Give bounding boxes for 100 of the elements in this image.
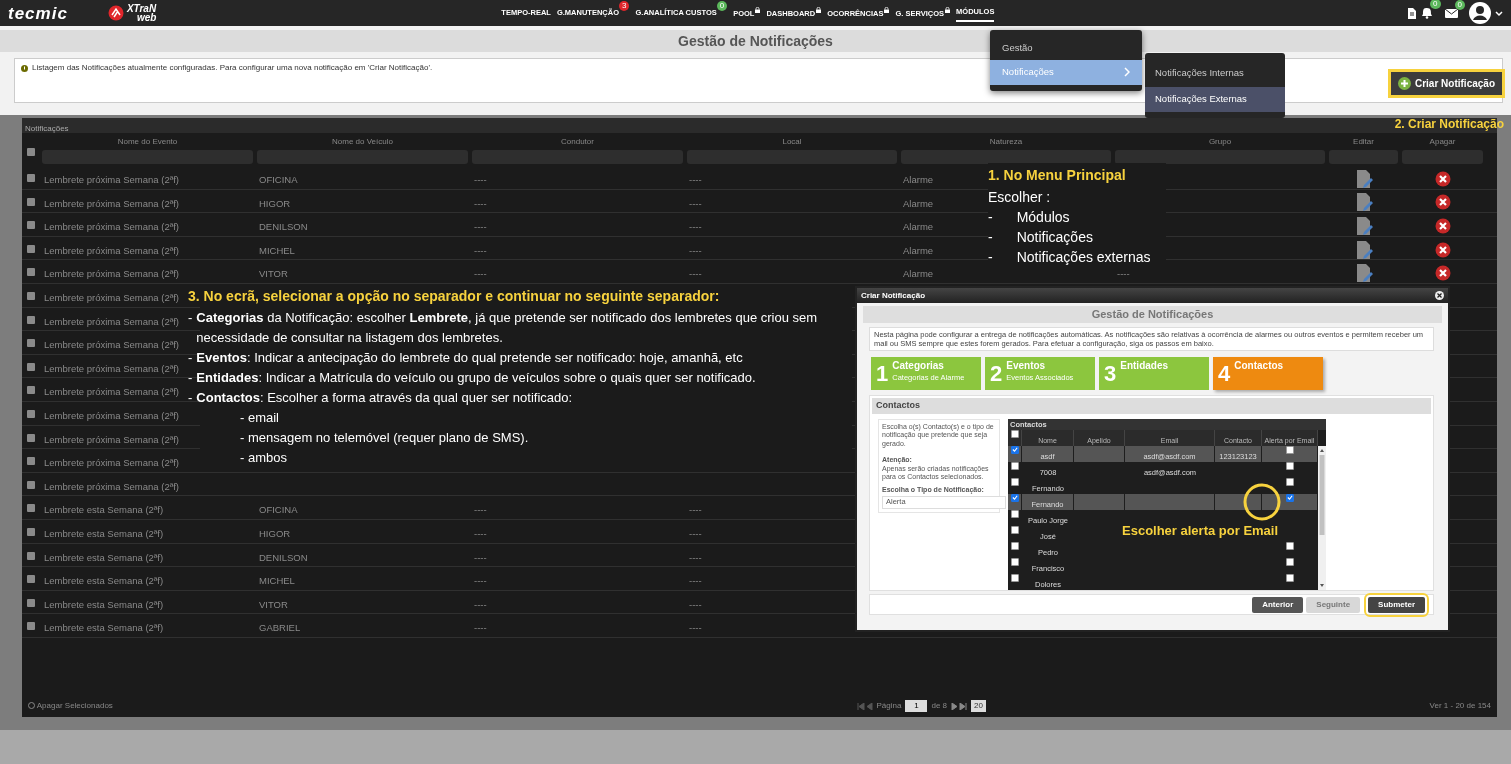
create-button[interactable]: Criar Notificação [1390, 72, 1502, 95]
row-checkbox[interactable] [1010, 445, 1019, 454]
column-header: Apagar [1429, 137, 1456, 146]
row-checkbox[interactable] [1010, 493, 1019, 502]
row-checkbox[interactable] [27, 386, 35, 395]
bullet: - [988, 228, 993, 247]
page-size-select[interactable]: 20 [971, 700, 986, 712]
row-checkbox[interactable] [27, 527, 35, 536]
table-cell: ---- [474, 268, 487, 280]
row-checkbox[interactable] [27, 551, 35, 560]
row-checkbox[interactable] [1011, 525, 1019, 534]
email-alert-checkbox[interactable] [1286, 557, 1294, 566]
bullet: - [188, 309, 193, 327]
table-cell: ---- [689, 504, 702, 516]
mail-icon[interactable] [1444, 7, 1458, 19]
column-header: Condutor [561, 137, 594, 146]
row-checkbox[interactable] [27, 221, 35, 230]
bullet: - [188, 369, 193, 387]
page-field[interactable]: 1 [905, 700, 928, 712]
row-checkbox[interactable] [27, 362, 35, 371]
table-cell: Lembrete esta Semana (2ªf) [44, 551, 164, 563]
row-checkbox[interactable] [27, 174, 35, 182]
row-checkbox[interactable] [1011, 557, 1019, 566]
table-cell: Lembrete próxima Semana (2ªf) [44, 197, 179, 209]
email-alert-checkbox[interactable] [1286, 573, 1294, 582]
edit-icon[interactable] [1354, 263, 1373, 284]
table-cell: OFICINA [259, 174, 298, 185]
brand-logo[interactable]: tecmic [8, 4, 68, 22]
table-cell: ---- [689, 197, 702, 209]
row-checkbox[interactable] [27, 598, 35, 607]
table-cell: ---- [474, 174, 487, 185]
column-header: Editar [1353, 137, 1374, 146]
avatar-icon[interactable] [1469, 2, 1491, 24]
edit-icon[interactable] [1354, 215, 1373, 236]
table-cell: DENILSON [259, 551, 308, 563]
row-checkbox[interactable] [27, 457, 35, 466]
email-alert-checkbox[interactable] [1286, 477, 1294, 486]
edit-icon[interactable] [1354, 192, 1373, 213]
annotation-text: - email [240, 410, 279, 425]
document-icon[interactable] [1407, 7, 1418, 19]
select-all-checkbox[interactable] [27, 148, 35, 156]
page-label: Página [876, 700, 902, 712]
row-checkbox[interactable] [27, 339, 35, 348]
dialog-button[interactable]: Anterior [1252, 596, 1304, 613]
row-checkbox[interactable] [27, 480, 35, 489]
badge: 0 [1430, 0, 1441, 9]
row-checkbox[interactable] [1011, 573, 1019, 582]
last-page-icon[interactable] [951, 702, 967, 710]
bullet: - [188, 349, 193, 367]
table-cell: ---- [474, 575, 487, 587]
table-cell: Lembrete próxima Semana (2ªf) [44, 221, 179, 233]
email-alert-checkbox[interactable] [1286, 541, 1294, 550]
table-cell: ---- [474, 504, 487, 516]
row-checkbox[interactable] [27, 622, 35, 631]
caret-icon[interactable] [1495, 9, 1503, 17]
row-checkbox[interactable] [27, 504, 35, 513]
table-cell: ---- [474, 244, 487, 256]
table-cell: Lembrete próxima Semana (2ªf) [44, 315, 179, 327]
product-logo-text: XTraN [126, 4, 157, 13]
row-checkbox[interactable] [1011, 477, 1019, 486]
menu-item[interactable]: Gestão [990, 36, 1142, 61]
page-total: de 8 [931, 700, 947, 712]
row-checkbox[interactable] [1011, 509, 1019, 518]
bell-icon[interactable] [1421, 7, 1434, 19]
row-checkbox[interactable] [1011, 461, 1019, 470]
email-alert-checkbox[interactable] [1285, 445, 1294, 454]
row-checkbox[interactable] [27, 291, 35, 300]
submenu-item[interactable]: Notificações Internas [1145, 61, 1285, 86]
row-checkbox[interactable] [27, 409, 35, 418]
email-alert-checkbox[interactable] [1285, 493, 1294, 502]
annotation-text: Entidades: Indicar a Matrícula do veículo ou grupo de veículos sobre o quais quer ser notificado. [196, 369, 756, 387]
info-icon [21, 64, 28, 72]
badge: 3 [619, 1, 630, 12]
add-icon [1397, 77, 1411, 90]
row-checkbox[interactable] [27, 575, 35, 584]
close-icon[interactable] [1435, 291, 1444, 300]
email-alert-checkbox[interactable] [1286, 461, 1294, 470]
edit-icon[interactable] [1354, 239, 1373, 260]
table-cell: ---- [474, 197, 487, 209]
row-checkbox[interactable] [1011, 541, 1019, 550]
annotation-title: 2. Criar Notificação [1394, 117, 1504, 131]
row-checkbox[interactable] [27, 315, 35, 324]
table-cell: Lembrete esta Semana (2ªf) [44, 622, 164, 634]
row-checkbox[interactable] [27, 433, 35, 442]
table-cell: OFICINA [259, 504, 298, 516]
submenu-item[interactable]: Notificações Externas [1145, 87, 1285, 112]
table-cell: Lembrete próxima Semana (2ªf) [44, 174, 179, 185]
row-checkbox[interactable] [27, 268, 35, 277]
table-cell: GABRIEL [259, 622, 301, 634]
row-checkbox[interactable] [27, 197, 35, 206]
select-all-checkbox[interactable] [1010, 429, 1019, 438]
table-cell: MICHEL [259, 575, 295, 587]
delete-selected-link[interactable]: Apagar Selecionados [28, 700, 113, 712]
row-checkbox[interactable] [27, 244, 35, 253]
table-cell: Lembrete próxima Semana (2ªf) [44, 457, 179, 469]
edit-icon[interactable] [1354, 168, 1373, 189]
table-cell: Lembrete próxima Semana (2ªf) [44, 480, 179, 492]
scrollbar[interactable] [1318, 445, 1326, 590]
table-cell: MICHEL [259, 244, 295, 256]
info-text: Listagem das Notificações atualmente configuradas. Para configurar uma nova notificação em 'Criar Notificação'. [32, 62, 433, 74]
